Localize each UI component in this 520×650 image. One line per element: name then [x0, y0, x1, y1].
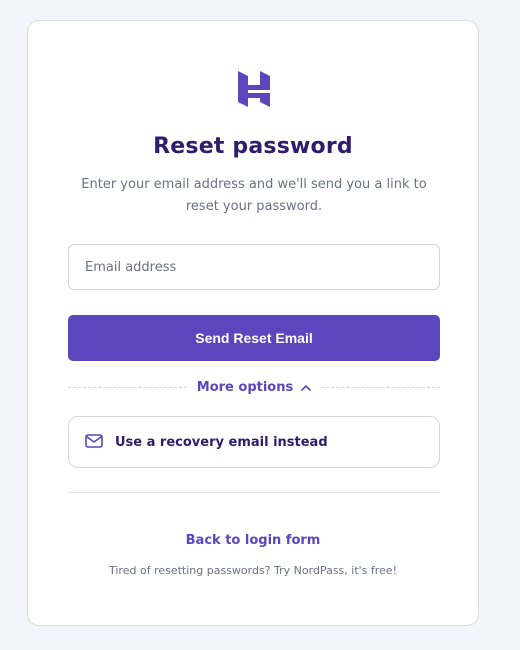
- page-subtitle: Enter your email address and we'll send …: [81, 177, 427, 214]
- recovery-email-option[interactable]: Use a recovery email instead: [68, 416, 440, 468]
- back-to-login-link[interactable]: Back to login form: [28, 533, 478, 548]
- divider: [68, 492, 440, 493]
- send-reset-email-button[interactable]: Send Reset Email: [68, 315, 440, 361]
- more-options-row: More options: [68, 377, 441, 397]
- hostinger-logo-icon: [236, 69, 272, 109]
- more-options-label: More options: [196, 379, 294, 395]
- recovery-email-label: Use a recovery email instead: [115, 434, 328, 450]
- page-title: Reset password: [153, 134, 353, 159]
- more-options-toggle[interactable]: More options: [187, 380, 321, 395]
- left-dashed-divider: [68, 386, 187, 388]
- nordpass-promo-text: Tired of resetting passwords? Try NordPa…: [109, 564, 397, 577]
- mail-icon: [85, 433, 103, 452]
- chevron-up-icon: [301, 380, 312, 395]
- email-field[interactable]: [68, 244, 440, 290]
- reset-password-card: Reset password Enter your email address …: [27, 20, 479, 626]
- right-dashed-divider: [321, 386, 441, 388]
